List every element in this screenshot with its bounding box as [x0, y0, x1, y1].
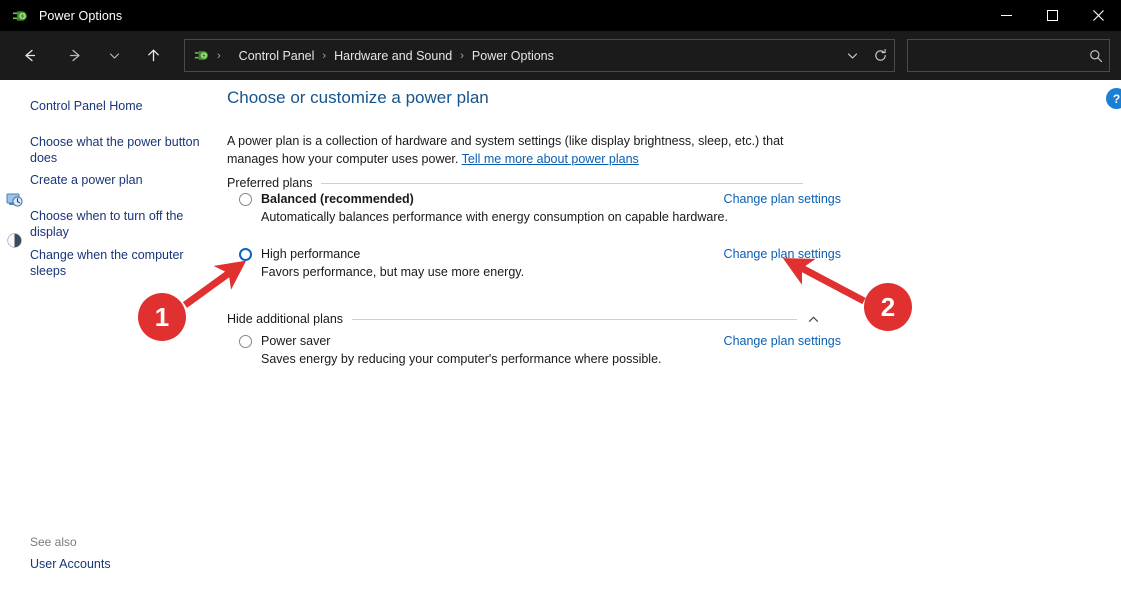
forward-button[interactable]	[59, 40, 91, 72]
main-panel: Choose or customize a power plan A power…	[225, 80, 1121, 589]
navigation-toolbar: › Control Panel › Hardware and Sound › P…	[0, 31, 1121, 80]
plan-name-power-saver[interactable]: Power saver	[261, 334, 330, 348]
search-box[interactable]	[907, 39, 1110, 72]
up-button[interactable]	[137, 40, 169, 72]
close-button[interactable]	[1075, 0, 1121, 31]
recent-locations-button[interactable]	[103, 40, 125, 72]
plan-row-balanced: Balanced (recommended) Automatically bal…	[239, 192, 839, 224]
plan-name-balanced[interactable]: Balanced (recommended)	[261, 192, 414, 206]
refresh-icon[interactable]	[866, 41, 894, 70]
chevron-down-icon[interactable]	[838, 41, 866, 70]
sidebar-item-computer-sleeps[interactable]: Change when the computer sleeps	[30, 247, 202, 279]
hide-additional-plans-label: Hide additional plans	[227, 312, 352, 326]
maximize-button[interactable]	[1029, 0, 1075, 31]
search-input[interactable]	[908, 48, 1083, 64]
tell-me-more-link[interactable]: Tell me more about power plans	[462, 152, 639, 166]
see-also-label: See also	[30, 535, 77, 549]
balanced-radio[interactable]	[239, 193, 252, 206]
sidebar-item-power-button-does[interactable]: Choose what the power button does	[30, 134, 202, 166]
display-clock-icon	[6, 192, 23, 209]
hide-additional-plans-header[interactable]: Hide additional plans	[227, 312, 823, 326]
annotation-marker-2: 2	[864, 283, 912, 331]
plan-description-high-performance: Favors performance, but may use more ene…	[261, 265, 839, 279]
page-description: A power plan is a collection of hardware…	[227, 132, 807, 168]
plan-name-high-performance[interactable]: High performance	[261, 247, 360, 261]
power-plug-icon	[194, 47, 211, 64]
address-bar[interactable]: › Control Panel › Hardware and Sound › P…	[184, 39, 895, 72]
chevron-up-icon[interactable]	[803, 313, 823, 326]
section-divider	[352, 319, 797, 320]
window-controls	[983, 0, 1121, 31]
breadcrumb-separator: ›	[211, 50, 227, 62]
sidebar-item-create-power-plan[interactable]: Create a power plan	[30, 172, 210, 188]
sidebar: Control Panel Home Choose what the power…	[0, 80, 225, 589]
breadcrumb-separator: ›	[454, 50, 470, 62]
plan-description-balanced: Automatically balances performance with …	[261, 210, 839, 224]
breadcrumb-hardware-and-sound[interactable]: Hardware and Sound	[332, 49, 454, 63]
breadcrumb-control-panel[interactable]: Control Panel	[237, 49, 317, 63]
sidebar-item-control-panel-home[interactable]: Control Panel Home	[30, 98, 210, 114]
power-options-window: Power Options	[0, 0, 1121, 589]
change-plan-settings-high-performance[interactable]: Change plan settings	[724, 247, 841, 261]
breadcrumb-separator: ›	[316, 50, 332, 62]
see-also-user-accounts-link[interactable]: User Accounts	[30, 557, 111, 571]
preferred-plans-label: Preferred plans	[227, 176, 321, 190]
breadcrumb-power-options[interactable]: Power Options	[470, 49, 556, 63]
section-divider	[321, 183, 803, 184]
search-icon[interactable]	[1083, 49, 1109, 63]
preferred-plans-section-header: Preferred plans	[227, 176, 803, 190]
back-button[interactable]	[13, 40, 45, 72]
plan-row-high-performance: High performance Favors performance, but…	[239, 247, 839, 279]
page-title: Choose or customize a power plan	[227, 88, 489, 108]
title-bar: Power Options	[0, 0, 1121, 31]
plan-description-power-saver: Saves energy by reducing your computer's…	[261, 352, 839, 366]
power-plug-icon	[12, 7, 30, 25]
power-saver-radio[interactable]	[239, 335, 252, 348]
moon-sleep-icon	[6, 232, 23, 249]
minimize-button[interactable]	[983, 0, 1029, 31]
sidebar-item-turn-off-display[interactable]: Choose when to turn off the display	[30, 208, 202, 240]
change-plan-settings-balanced[interactable]: Change plan settings	[724, 192, 841, 206]
annotation-marker-1: 1	[138, 293, 186, 341]
high-performance-radio[interactable]	[239, 248, 252, 261]
plan-row-power-saver: Power saver Saves energy by reducing you…	[239, 334, 839, 366]
change-plan-settings-power-saver[interactable]: Change plan settings	[724, 334, 841, 348]
window-title: Power Options	[39, 9, 122, 23]
